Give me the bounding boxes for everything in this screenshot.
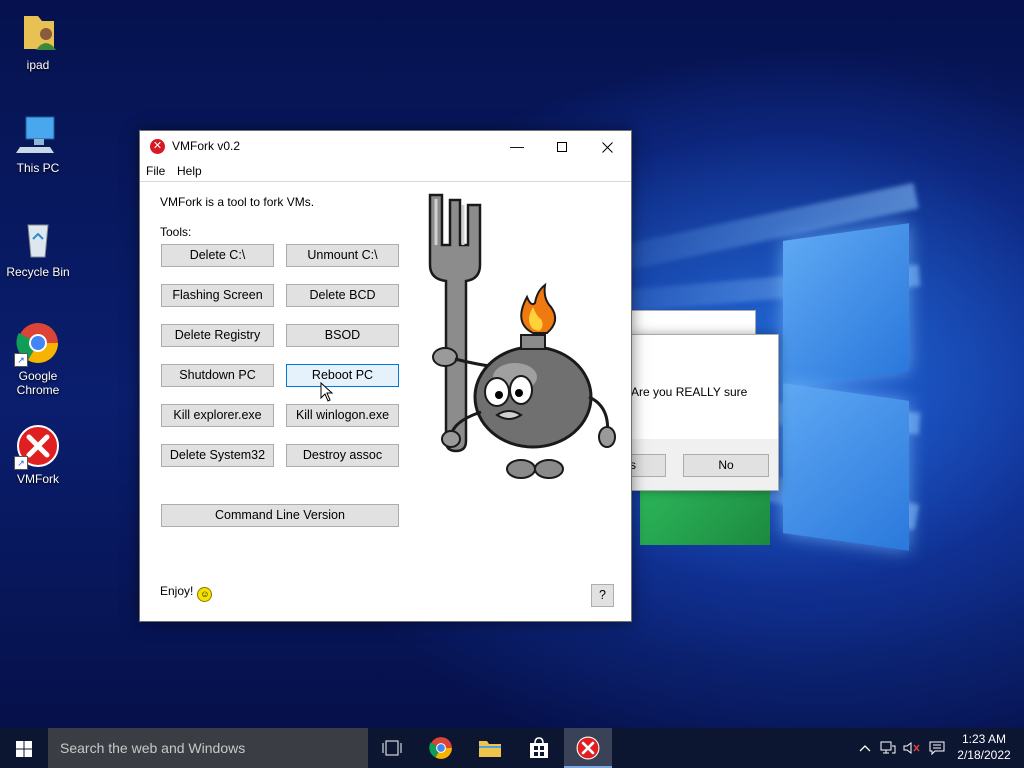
task-view-button[interactable] [368, 728, 416, 768]
tools-label: Tools: [160, 225, 192, 239]
taskbar-file-explorer[interactable] [466, 728, 514, 768]
show-hidden-icons-button[interactable] [856, 728, 874, 768]
start-button[interactable] [0, 728, 48, 768]
desktop-icon-this-pc[interactable]: This PC [0, 113, 76, 175]
chrome-icon [429, 737, 452, 759]
kill-winlogon-button[interactable]: Kill winlogon.exe [286, 404, 399, 427]
desktop-icon-ipad[interactable]: ipad [0, 10, 76, 72]
volume-muted-icon [903, 742, 920, 754]
red-x-icon [576, 736, 600, 760]
folder-icon [479, 741, 501, 757]
computer-icon [16, 113, 60, 157]
desktop-icon-label: Recycle Bin [6, 265, 70, 279]
desktop-icon-vmfork[interactable]: ↗ VMFork [0, 424, 76, 486]
description-text: VMFork is a tool to fork VMs. [160, 195, 315, 209]
window-title: VMFork v0.2 [172, 139, 241, 153]
shutdown-pc-button[interactable]: Shutdown PC [161, 364, 274, 387]
vmfork-window[interactable]: ✕ VMFork v0.2 — File Help VMFork is a to… [139, 130, 632, 622]
recycle-bin-icon [16, 217, 60, 261]
dialog-message: Are you REALLY sure [631, 385, 748, 399]
delete-registry-button[interactable]: Delete Registry [161, 324, 274, 347]
network-button[interactable] [878, 728, 898, 768]
destroy-assoc-button[interactable]: Destroy assoc [286, 444, 399, 467]
command-line-version-button[interactable]: Command Line Version [161, 504, 399, 527]
desktop-icon-label: This PC [16, 161, 60, 175]
minimize-button[interactable]: — [494, 131, 540, 161]
taskbar-vmfork[interactable] [564, 728, 612, 768]
wallpaper-pane [783, 223, 909, 389]
wallpaper-pane [783, 383, 909, 551]
desktop-icon-recycle-bin[interactable]: Recycle Bin [0, 217, 76, 279]
notifications-button[interactable] [926, 728, 948, 768]
dialog-footer: s No [629, 439, 778, 490]
user-folder-icon [16, 10, 60, 54]
close-button[interactable] [584, 131, 630, 161]
background-dialog-stacked [630, 310, 756, 336]
shortcut-arrow-icon: ↗ [14, 353, 28, 367]
footer-text: Enjoy! ☺ [160, 584, 213, 602]
clock-time: 1:23 AM [961, 732, 1007, 746]
desktop-icon-label: ipad [26, 58, 50, 72]
taskbar-store[interactable] [515, 728, 563, 768]
shortcut-arrow-icon: ↗ [14, 456, 28, 470]
taskbar-chrome[interactable] [417, 728, 465, 768]
desktop-icon-google-chrome[interactable]: ↗ Google Chrome [0, 321, 76, 397]
app-icon: ✕ [150, 139, 165, 154]
taskbar: Search the web and Windows 1:23 AM 2/18/… [0, 728, 1024, 768]
windows-logo-icon [16, 741, 32, 757]
desktop-icon-label: VMFork [17, 472, 59, 486]
delete-bcd-button[interactable]: Delete BCD [286, 284, 399, 307]
dialog-no-button[interactable]: No [683, 454, 769, 477]
kill-explorer-button[interactable]: Kill explorer.exe [161, 404, 274, 427]
delete-c-button[interactable]: Delete C:\ [161, 244, 274, 267]
reboot-pc-button[interactable]: Reboot PC [286, 364, 399, 387]
menu-bar: File Help [140, 161, 631, 182]
clock-date: 2/18/2022 [957, 748, 1011, 762]
help-button[interactable]: ? [591, 584, 614, 607]
title-bar[interactable]: ✕ VMFork v0.2 — [140, 131, 631, 161]
store-icon [530, 737, 548, 758]
unmount-c-button[interactable]: Unmount C:\ [286, 244, 399, 267]
confirm-dialog[interactable]: Are you REALLY sure s No [629, 334, 779, 491]
task-view-icon [382, 740, 402, 756]
wallpaper-pane [640, 490, 770, 545]
desktop: ipad This PC Recycle Bin ↗ Google Chrome… [0, 0, 1024, 728]
taskbar-clock[interactable]: 1:23 AM 2/18/2022 [950, 731, 1018, 763]
mascot-illustration [428, 193, 616, 479]
menu-help[interactable]: Help [177, 164, 202, 178]
menu-file[interactable]: File [146, 164, 165, 178]
dialog-yes-button[interactable]: s [629, 454, 666, 477]
maximize-button[interactable] [539, 131, 585, 161]
action-center-icon [929, 741, 945, 755]
network-icon [880, 741, 896, 754]
chrome-icon: ↗ [14, 321, 60, 367]
bsod-button[interactable]: BSOD [286, 324, 399, 347]
desktop-icon-label: Google Chrome [16, 369, 60, 397]
chevron-up-icon [859, 745, 871, 752]
mouse-cursor-icon [320, 382, 334, 402]
smiley-icon: ☺ [197, 587, 213, 602]
search-box[interactable]: Search the web and Windows [48, 728, 368, 768]
red-x-icon: ↗ [14, 424, 60, 470]
window-content: VMFork is a tool to fork VMs. Tools: Del… [140, 182, 631, 621]
delete-system32-button[interactable]: Delete System32 [161, 444, 274, 467]
enjoy-text: Enjoy! [160, 584, 194, 598]
flashing-screen-button[interactable]: Flashing Screen [161, 284, 274, 307]
volume-button[interactable] [902, 728, 922, 768]
